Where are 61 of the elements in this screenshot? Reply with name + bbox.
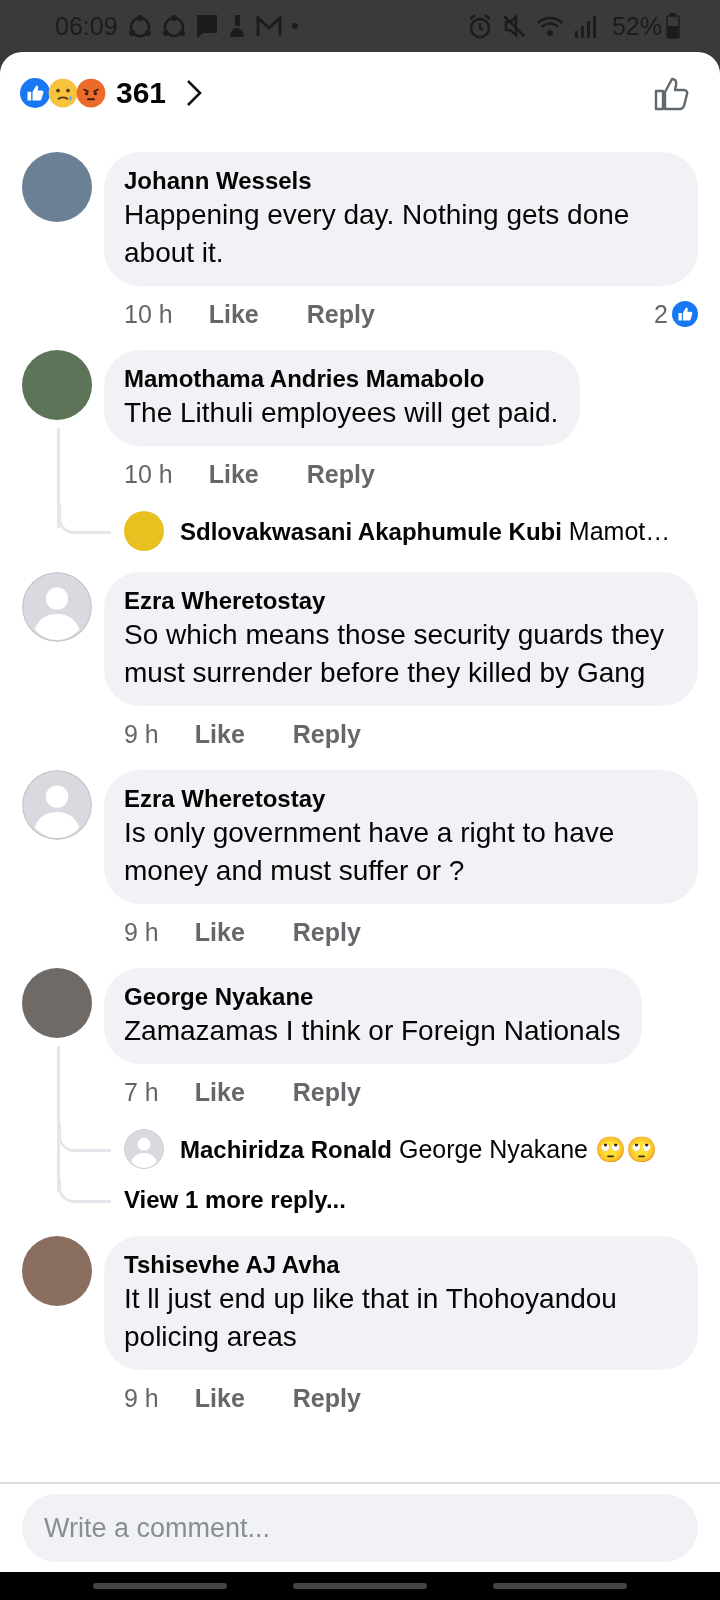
comment-text: Happening every day. Nothing gets done about it.: [124, 198, 631, 270]
alarm-icon: [467, 13, 492, 39]
person-icon: [227, 14, 246, 38]
comment-text: Is only government have a right to have money and must suffer or ?: [124, 816, 616, 888]
angry-face-icon: [76, 78, 106, 108]
like-link[interactable]: Like: [194, 1077, 245, 1107]
sad-face-icon: [48, 78, 78, 108]
avatar-icon: [22, 770, 92, 840]
dot-icon: [291, 23, 298, 29]
like-link[interactable]: Like: [194, 719, 245, 749]
like-link[interactable]: Like: [194, 1383, 245, 1413]
sync-icon: [161, 14, 186, 38]
reactions-button[interactable]: 361: [20, 76, 203, 110]
timestamp: 7 h: [124, 1077, 159, 1107]
chevron-right-icon: [186, 79, 203, 107]
mail-icon: [255, 15, 282, 37]
reply-preview[interactable]: Sdlovakwasani Akaphumule Kubi Mamot…: [180, 516, 671, 546]
comment-text: The Lithuli employees will get paid.: [124, 396, 559, 430]
reply-link[interactable]: Reply: [292, 1077, 361, 1107]
reaction-count: 2: [654, 299, 668, 329]
view-more-replies-link[interactable]: View 1 more reply...: [124, 1186, 346, 1214]
comment-input-field[interactable]: Write a comment...: [22, 1494, 698, 1562]
comment-text: It ll just end up like that in Thohoyandou policing areas: [124, 1282, 618, 1354]
like-link[interactable]: Like: [208, 299, 259, 329]
reply-preview[interactable]: Machiridza Ronald George Nyakane 🙄🙄: [180, 1134, 658, 1164]
comment-text: So which means those security guards they must surrender before they killed by Gang: [124, 618, 666, 690]
like-button[interactable]: [654, 75, 690, 111]
author-name[interactable]: George Nyakane: [124, 982, 621, 1012]
message-icon: [195, 14, 218, 38]
thumbs-up-icon: [654, 75, 690, 111]
like-reaction-icon: [20, 78, 50, 108]
battery-icon: [666, 13, 680, 39]
timestamp: 10 h: [124, 299, 173, 329]
avatar-photo: [124, 511, 164, 551]
comment-text: Zamazamas I think or Foreign Nationals: [124, 1014, 621, 1048]
like-reaction-icon: [672, 301, 698, 327]
sync-icon: [127, 14, 152, 38]
reply-link[interactable]: Reply: [292, 917, 361, 947]
reply-link[interactable]: Reply: [292, 1383, 361, 1413]
author-name[interactable]: Tshisevhe AJ Avha: [124, 1250, 676, 1280]
avatar-icon: [22, 572, 92, 642]
author-name[interactable]: Mamothama Andries Mamabolo: [124, 364, 559, 394]
like-link[interactable]: Like: [208, 459, 259, 489]
gesture-handle[interactable]: [93, 1583, 227, 1589]
reply-link[interactable]: Reply: [306, 459, 375, 489]
reply-link[interactable]: Reply: [292, 719, 361, 749]
author-name[interactable]: Johann Wessels: [124, 166, 676, 196]
wifi-icon: [535, 14, 564, 38]
timestamp: 9 h: [124, 917, 159, 947]
signal-icon: [573, 14, 596, 38]
avatar-icon: [124, 1129, 164, 1169]
reply-link[interactable]: Reply: [306, 299, 375, 329]
gesture-handle[interactable]: [493, 1583, 627, 1589]
author-name[interactable]: Ezra Wheretostay: [124, 784, 676, 814]
timestamp: 10 h: [124, 459, 173, 489]
author-name[interactable]: Ezra Wheretostay: [124, 586, 676, 616]
gesture-handle[interactable]: [293, 1583, 427, 1589]
timestamp: 9 h: [124, 1383, 159, 1413]
mute-icon: [501, 14, 526, 38]
like-link[interactable]: Like: [194, 917, 245, 947]
timestamp: 9 h: [124, 719, 159, 749]
